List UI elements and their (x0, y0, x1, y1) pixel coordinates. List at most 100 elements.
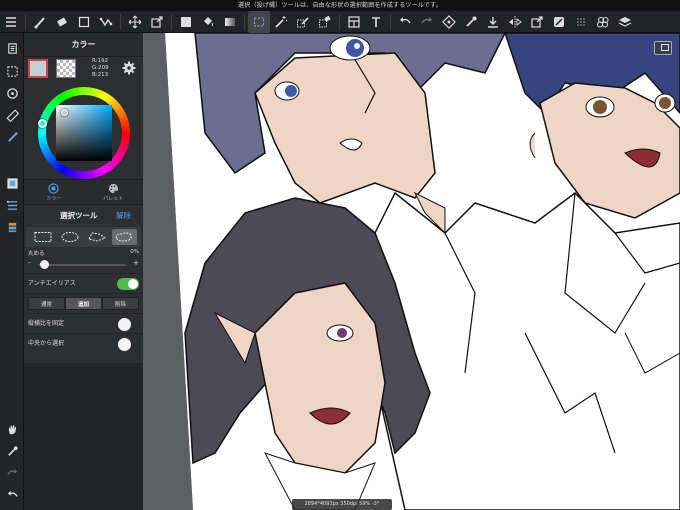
gear-icon[interactable] (122, 61, 136, 75)
color-tabs: カラー パレット (24, 179, 143, 205)
drawing-canvas[interactable] (145, 33, 680, 510)
gradient-icon[interactable] (219, 11, 241, 33)
round-value: 0% (130, 249, 139, 255)
color-swatch-row: R:192 G:209 B:213 (24, 57, 143, 79)
sv-knob[interactable] (61, 109, 68, 116)
undo-icon[interactable] (2, 485, 22, 505)
selection-icon[interactable] (2, 61, 22, 81)
mode-delete-button[interactable]: 削除 (102, 297, 139, 310)
ruler-icon[interactable] (2, 105, 22, 125)
tab-palette-label: パレット (103, 195, 124, 202)
antialias-row: アンチエイリアス (24, 273, 143, 293)
move-icon[interactable] (124, 11, 146, 33)
app-window: 選択（投げ縄）ツールは、自由な形状の選択範囲を作成するツールです。 カラー R:… (0, 0, 680, 510)
grid-icon[interactable] (570, 11, 592, 33)
eyedropper-icon[interactable] (460, 11, 482, 33)
eyedropper-icon[interactable] (2, 441, 22, 461)
selection-mode-row: 通常 追加 削除 (24, 293, 143, 313)
share-icon[interactable] (526, 11, 548, 33)
round-plus-button[interactable]: + (133, 259, 139, 267)
toolbar-divider (25, 13, 26, 30)
fix-ratio-toggle[interactable] (118, 318, 131, 331)
transform-icon[interactable] (438, 11, 460, 33)
color-wheel-icon (48, 182, 59, 194)
mode-normal-button[interactable]: 通常 (28, 297, 65, 310)
materials-icon[interactable] (592, 11, 614, 33)
main-color-swatch[interactable] (28, 59, 48, 78)
antialias-toggle[interactable] (117, 278, 139, 290)
import-icon[interactable] (482, 11, 504, 33)
from-center-label: 中央から選択 (28, 340, 65, 347)
release-button[interactable]: 解除 (116, 205, 131, 227)
color-wheel[interactable] (24, 79, 143, 179)
panel-icon[interactable] (343, 11, 365, 33)
panel-empty-area (24, 363, 143, 510)
text-icon[interactable] (365, 11, 387, 33)
layers-icon[interactable] (614, 11, 636, 33)
ellipse-select-icon[interactable] (58, 229, 83, 245)
navigator-toggle-button[interactable] (654, 41, 672, 55)
panel-title: カラー (24, 33, 143, 57)
flip-icon[interactable] (504, 11, 526, 33)
toolbar-divider (339, 13, 340, 30)
undo-icon[interactable] (394, 11, 416, 33)
sub-color-swatch[interactable] (56, 59, 76, 78)
canvas-info-bar: 2894*4093px 350dpi 59% -3° (292, 499, 392, 510)
color-tool-panel: カラー R:192 G:209 B:213 カラー パレット 選択ツール 解除 … (24, 33, 143, 363)
filter-icon[interactable] (548, 11, 570, 33)
lasso-icon[interactable] (111, 229, 137, 245)
palette-icon (108, 183, 118, 193)
tab-color[interactable]: カラー (24, 180, 84, 204)
round-slider[interactable] (38, 264, 126, 266)
snap-icon[interactable] (2, 127, 22, 147)
brush-panel-icon[interactable] (2, 195, 22, 215)
rgb-readout: R:192 G:209 B:213 (92, 58, 109, 79)
round-minus-button[interactable]: - (28, 259, 31, 267)
tool-header: 選択ツール 解除 (24, 205, 143, 227)
tool-title: 選択ツール (60, 211, 98, 220)
select-eraser-icon[interactable] (314, 11, 336, 33)
stroke-icon[interactable] (95, 11, 117, 33)
round-label: 丸める (28, 251, 45, 257)
tab-color-label: カラー (46, 195, 62, 202)
bucket-icon[interactable] (197, 11, 219, 33)
tab-palette[interactable]: パレット (84, 180, 144, 204)
fix-ratio-label: 縦横比を固定 (28, 320, 65, 327)
rgb-r: R:192 (92, 58, 109, 64)
hand-icon[interactable] (2, 419, 22, 439)
rectangle-icon[interactable] (73, 11, 95, 33)
layer-panel-icon[interactable] (2, 217, 22, 237)
polygon-lasso-icon[interactable] (85, 229, 110, 245)
select-pen-icon[interactable] (292, 11, 314, 33)
round-slider-knob[interactable] (40, 260, 49, 269)
magic-wand-icon[interactable] (270, 11, 292, 33)
mode-add-button[interactable]: 追加 (65, 297, 102, 310)
from-center-toggle[interactable] (118, 338, 131, 351)
select-rect-icon[interactable] (248, 10, 270, 33)
rgb-g: G:209 (92, 65, 109, 71)
from-center-row: 中央から選択 (24, 333, 143, 353)
fill-color-icon[interactable] (175, 11, 197, 33)
hue-knob[interactable] (38, 119, 47, 128)
antialias-label: アンチエイリアス (28, 280, 76, 287)
left-icon-rail (0, 33, 24, 510)
rotate-icon[interactable] (2, 83, 22, 103)
menu-icon[interactable] (0, 11, 22, 33)
pages-icon[interactable] (2, 38, 22, 58)
rect-select-icon[interactable] (31, 229, 56, 245)
redo-icon[interactable] (416, 11, 438, 33)
toolbar-divider (244, 13, 245, 30)
fix-ratio-row: 縦横比を固定 (24, 313, 143, 333)
top-toolbar (0, 10, 680, 33)
rgb-b: B:213 (92, 72, 109, 78)
artwork (145, 33, 680, 510)
toolbar-divider (390, 13, 391, 30)
brush-icon[interactable] (29, 11, 51, 33)
selection-shape-row (26, 227, 141, 247)
status-message: 選択（投げ縄）ツールは、自由な形状の選択範囲を作成するツールです。 (0, 0, 680, 11)
toolbar-divider (171, 13, 172, 30)
color-panel-icon[interactable] (2, 173, 22, 193)
transform-box-icon[interactable] (146, 11, 168, 33)
eraser-icon[interactable] (51, 11, 73, 33)
redo-icon[interactable] (2, 463, 22, 483)
